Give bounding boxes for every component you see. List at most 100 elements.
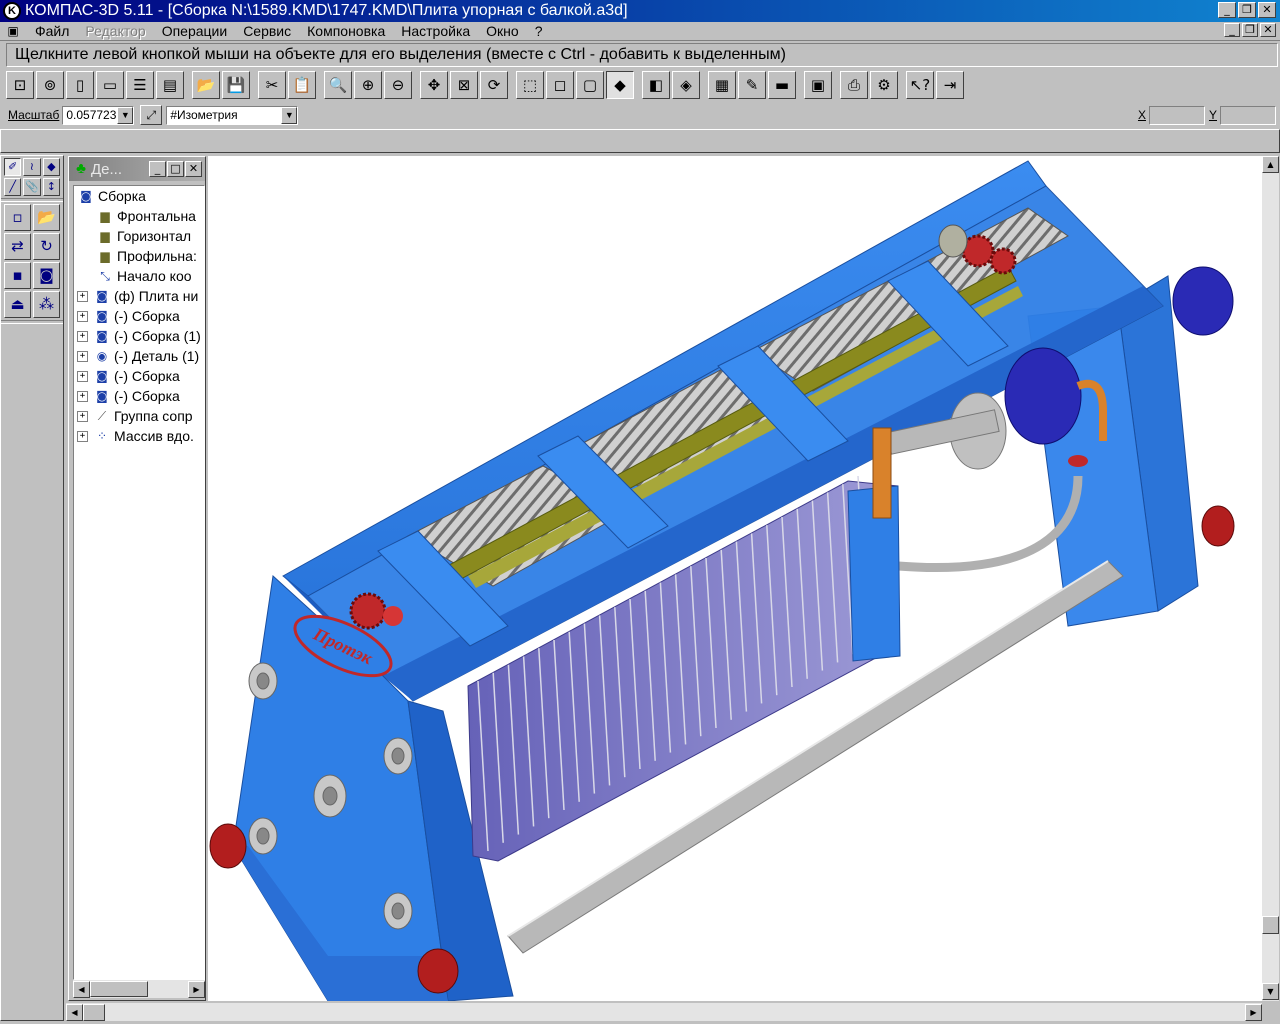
shaded-icon[interactable]: ◆ [606,71,634,99]
section-icon[interactable]: ◈ [672,71,700,99]
scale-combo[interactable]: 0.057723 ▼ [62,105,135,125]
tree-node[interactable]: + ◙ (-) Сборка [74,366,204,386]
title-bar[interactable]: K КОМПАС-3D 5.11 - [Сборка N:\1589.KMD\1… [0,0,1280,22]
y-field[interactable] [1220,105,1276,125]
tree-node[interactable]: ▆ Фронтальна [74,206,204,226]
menu-layout[interactable]: Компоновка [299,23,393,39]
expand-icon[interactable]: + [77,290,88,302]
expand-icon[interactable]: + [77,430,88,442]
menu-help[interactable]: ? [527,23,551,39]
cut-icon[interactable]: ✂ [258,71,286,99]
add-from-file-icon[interactable]: 📂 [33,204,60,231]
move-component-icon[interactable]: ⇄ [4,233,31,260]
perspective-icon[interactable]: ◧ [642,71,670,99]
doc-restore-button[interactable]: ❐ [1242,23,1258,37]
new-text-doc-icon[interactable]: ☰ [126,71,154,99]
zoom-window-icon[interactable]: 🔍 [324,71,352,99]
scroll-right-icon[interactable]: ▶ [188,980,205,998]
panel-minimize-button[interactable]: _ [149,161,166,177]
scroll-down-icon[interactable]: ▼ [1262,983,1279,1000]
show-all-icon[interactable]: ⊠ [450,71,478,99]
fixed-component-icon[interactable]: ▪ [4,262,31,289]
library-component-icon[interactable]: ⏏ [4,291,31,318]
tree-node[interactable]: ▆ Горизонтал [74,226,204,246]
expand-icon[interactable]: + [77,330,88,342]
calculator-icon[interactable]: ▦ [708,71,736,99]
new-fragment-icon[interactable]: ▭ [96,71,124,99]
model-tree-titlebar[interactable]: ♣ Де... _ □ ✕ [69,157,205,181]
x-field[interactable] [1148,105,1205,125]
save-icon[interactable]: 💾 [222,71,250,99]
tree-node[interactable]: ⤡ Начало коо [74,266,204,286]
rotate-icon[interactable]: ⟳ [480,71,508,99]
minimize-button[interactable]: _ [1218,2,1236,18]
scroll-thumb[interactable] [83,1003,105,1021]
chevron-down-icon[interactable]: ▼ [117,106,134,124]
kompas-logo-icon[interactable]: K [3,2,21,20]
edit-component-icon[interactable]: ✎ [738,71,766,99]
zoom-in-icon[interactable]: ⊕ [354,71,382,99]
expand-icon[interactable]: + [77,310,88,322]
model-viewport[interactable]: Протэк [208,156,1262,1001]
hidden-thin-icon[interactable]: ▢ [576,71,604,99]
exit-icon[interactable]: ⇥ [936,71,964,99]
add-component-icon[interactable]: ▫ [4,204,31,231]
scroll-thumb[interactable] [1262,916,1279,934]
expand-icon[interactable]: + [77,410,88,422]
scroll-thumb[interactable] [90,981,148,997]
tree-node[interactable]: + ◉ (-) Деталь (1) [74,346,204,366]
scroll-up-icon[interactable]: ▲ [1262,156,1279,173]
tree-node[interactable]: ◙ Сборка [74,186,204,206]
print-preview-icon[interactable]: ⎙ [840,71,868,99]
expand-icon[interactable]: + [77,350,88,362]
chevron-down-icon[interactable]: ▼ [281,106,298,124]
menu-operations[interactable]: Операции [154,23,236,39]
viewport-vertical-scrollbar[interactable]: ▲ ▼ [1262,156,1279,1001]
new-assembly-icon[interactable]: ⊡ [6,71,34,99]
tree-node[interactable]: + ◙ (-) Сборка (1) [74,326,204,346]
tree-node[interactable]: + ◙ (-) Сборка [74,386,204,406]
hidden-lines-icon[interactable]: ◻ [546,71,574,99]
panel-close-button[interactable]: ✕ [185,161,202,177]
new-part-icon[interactable]: ⊚ [36,71,64,99]
library-icon[interactable]: ▣ [804,71,832,99]
view-orientation-combo[interactable]: #Изометрия ▼ [166,105,299,125]
tree-node[interactable]: + ◙ (-) Сборка [74,306,204,326]
line-icon[interactable]: ╱ [4,178,22,196]
orientation-icon[interactable]: ⤢ [140,105,163,125]
menu-editor[interactable]: Редактор [77,23,153,39]
tree-horizontal-scrollbar[interactable]: ◀ ▶ [73,980,205,998]
menu-settings[interactable]: Настройка [393,23,478,39]
rotate-component-icon[interactable]: ↻ [33,233,60,260]
restore-button[interactable]: ❐ [1238,2,1256,18]
menu-file[interactable]: Файл [27,23,77,39]
scroll-left-icon[interactable]: ◀ [73,980,90,998]
context-help-icon[interactable]: ↖? [906,71,934,99]
pan-icon[interactable]: ✥ [420,71,448,99]
array-component-icon[interactable]: ⁂ [33,291,60,318]
curve-icon[interactable]: ≀ [23,158,41,176]
doc-close-button[interactable]: ✕ [1260,23,1276,37]
document-icon[interactable]: ▣ [5,24,21,38]
doc-minimize-button[interactable]: _ [1224,23,1240,37]
clip-icon[interactable]: 📎 [23,178,41,196]
tree-node[interactable]: + ⟋ Группа сопр [74,406,204,426]
new-spec-icon[interactable]: ▤ [156,71,184,99]
scroll-left-icon[interactable]: ◀ [66,1003,83,1021]
tree-node[interactable]: ▆ Профильна: [74,246,204,266]
scroll-right-icon[interactable]: ▶ [1245,1003,1262,1021]
viewport-horizontal-scrollbar[interactable]: ◀ ▶ [66,1003,1262,1021]
panel-icon[interactable]: ▬ [768,71,796,99]
assembly-model-render[interactable]: Протэк [208,156,1262,1001]
mate-icon[interactable]: ◙ [33,262,60,289]
close-button[interactable]: ✕ [1258,2,1276,18]
tree-node[interactable]: + ⁘ Массив вдо. [74,426,204,446]
diamond-icon[interactable]: ◆ [42,158,60,176]
new-sheet-icon[interactable]: ▯ [66,71,94,99]
dimension-icon[interactable]: ↕ [42,178,60,196]
expand-icon[interactable]: + [77,370,88,382]
zoom-out-icon[interactable]: ⊖ [384,71,412,99]
tree-node[interactable]: + ◙ (ф) Плита ни [74,286,204,306]
open-folder-icon[interactable]: 📂 [192,71,220,99]
menu-window[interactable]: Окно [478,23,527,39]
